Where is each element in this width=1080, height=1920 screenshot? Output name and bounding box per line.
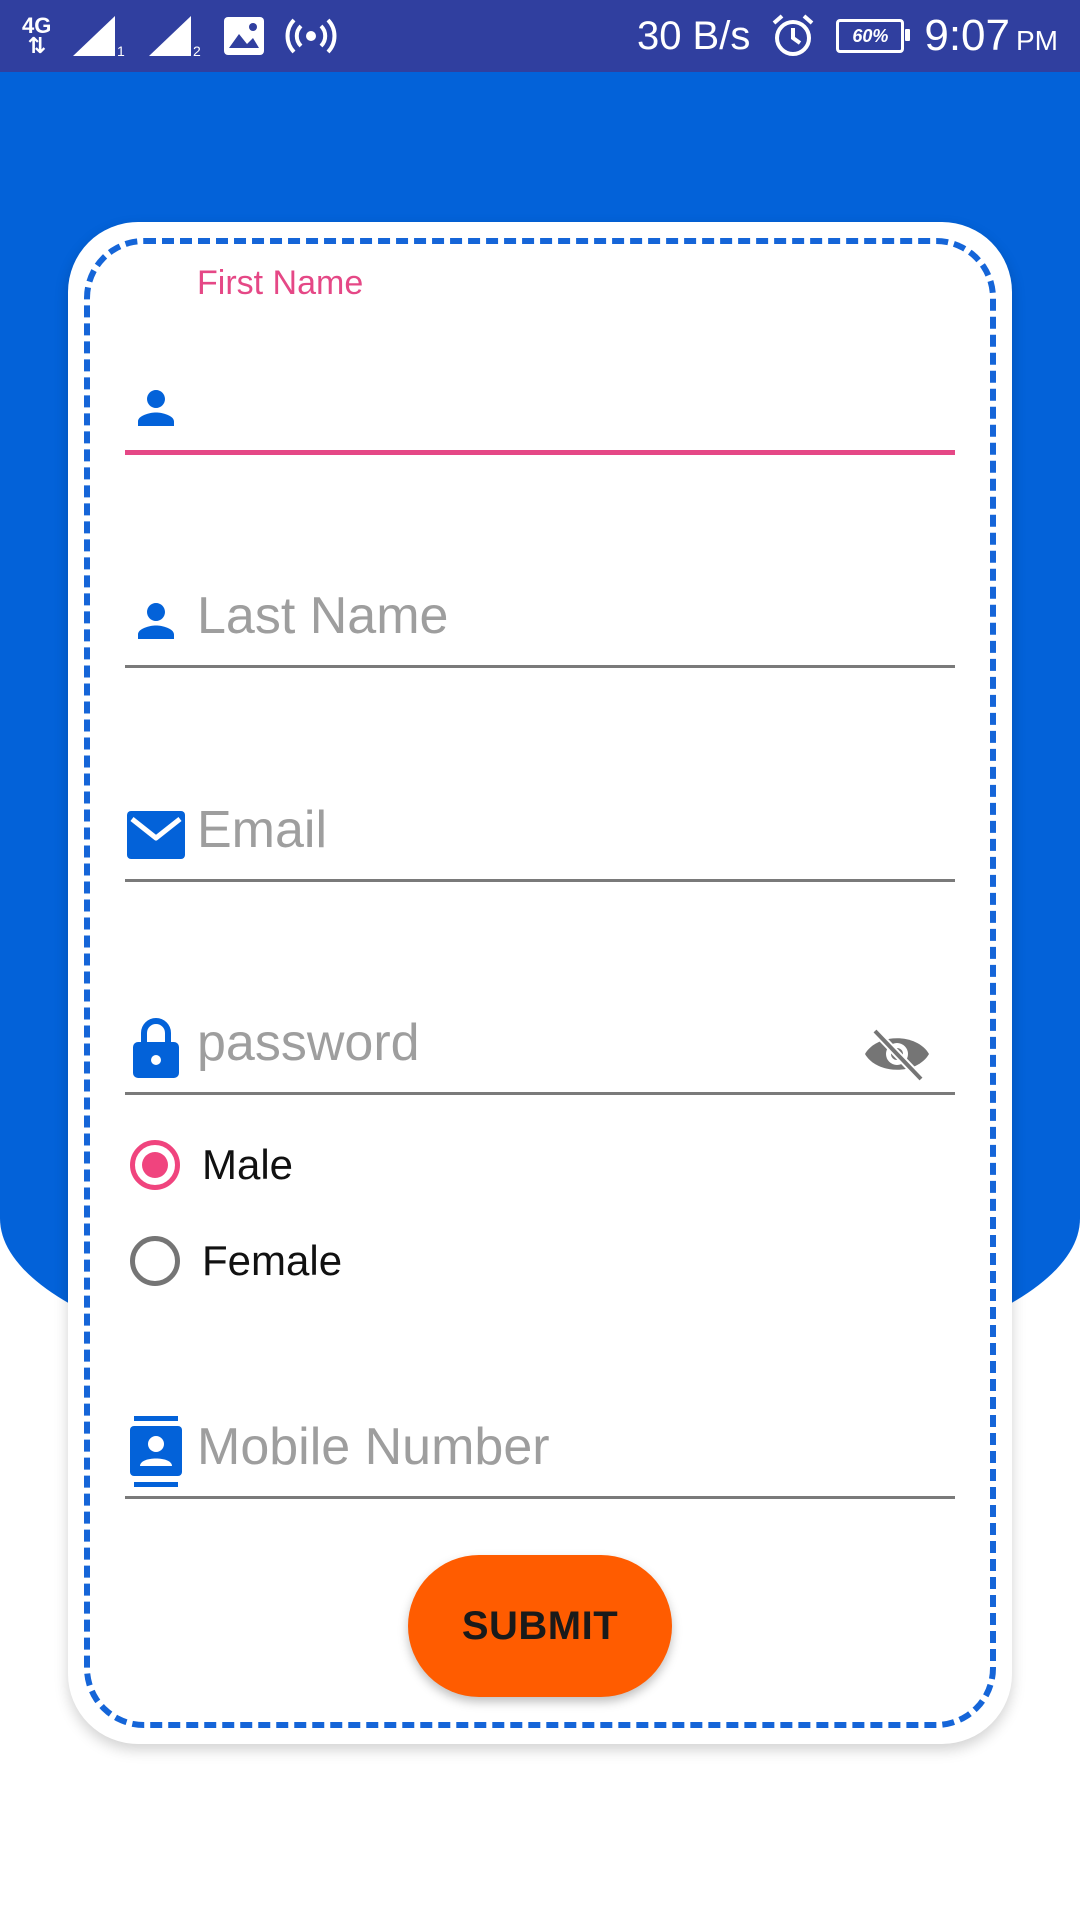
- 4g-data-icon: 4G ⇅: [22, 13, 52, 58]
- gender-option-male[interactable]: Male: [130, 1140, 293, 1190]
- last-name-field[interactable]: Last Name: [125, 568, 955, 668]
- first-name-label: First Name: [197, 264, 364, 302]
- last-name-input[interactable]: Last Name: [197, 586, 448, 646]
- last-name-underline: [125, 665, 955, 668]
- lock-icon: [125, 1017, 187, 1079]
- password-field[interactable]: password: [125, 995, 955, 1095]
- first-name-field[interactable]: [125, 355, 955, 455]
- battery-icon: 60%: [836, 19, 911, 53]
- clock: 9:07 PM: [924, 11, 1058, 60]
- email-field[interactable]: Email: [125, 782, 955, 882]
- svg-text:1: 1: [117, 43, 125, 58]
- mobile-underline: [125, 1496, 955, 1499]
- password-input[interactable]: password: [197, 1013, 420, 1073]
- person-icon: [125, 590, 187, 652]
- person-icon: [125, 377, 187, 439]
- visibility-off-icon[interactable]: [861, 1025, 933, 1083]
- email-underline: [125, 879, 955, 882]
- signal-sim1-icon: 1: [73, 16, 125, 58]
- gender-option-female[interactable]: Female: [130, 1236, 342, 1286]
- submit-button[interactable]: SUBMIT: [408, 1555, 672, 1697]
- signal-sim2-icon: 2: [149, 16, 201, 58]
- status-icons-left: 4G ⇅ 1 2: [22, 10, 337, 62]
- female-label: Female: [202, 1237, 343, 1284]
- email-input[interactable]: Email: [197, 800, 327, 860]
- alarm-icon: [773, 14, 814, 56]
- network-speed: 30 B/s: [636, 13, 751, 58]
- male-label: Male: [202, 1141, 294, 1188]
- svg-text:2: 2: [193, 43, 201, 58]
- dashed-border: [84, 238, 996, 1728]
- hotspot-icon: [285, 18, 337, 54]
- mobile-field[interactable]: Mobile Number: [125, 1399, 955, 1499]
- first-name-underline: [125, 450, 955, 455]
- image-notification-icon: [224, 17, 265, 55]
- contact-icon: [125, 1416, 187, 1487]
- male-radio[interactable]: [130, 1140, 180, 1190]
- status-icons-right: 30 B/s 60% 9:07 PM: [637, 10, 1058, 62]
- status-bar: 4G ⇅ 1 2 30 B/s 60% 9:07 PM: [0, 0, 1080, 72]
- female-radio[interactable]: [130, 1236, 180, 1286]
- password-underline: [125, 1092, 955, 1095]
- mail-icon: [125, 804, 187, 866]
- mobile-input[interactable]: Mobile Number: [197, 1417, 550, 1477]
